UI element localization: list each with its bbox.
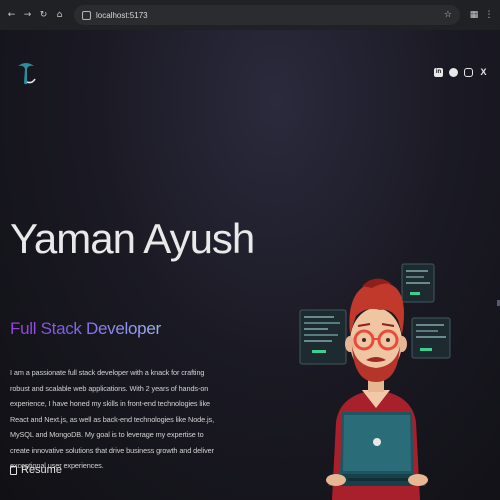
home-icon[interactable]: ⌂: [54, 10, 65, 21]
browser-toolbar: ← → ↻ ⌂ localhost:5173 ☆ ▦ ⋮: [0, 0, 500, 30]
reload-icon[interactable]: ↻: [38, 10, 49, 21]
instagram-icon[interactable]: [464, 68, 473, 77]
github-icon[interactable]: [449, 68, 458, 77]
star-icon[interactable]: ☆: [444, 10, 452, 20]
code-window-right: [411, 317, 451, 359]
arrow-right-icon[interactable]: →: [22, 10, 33, 21]
site-info-icon[interactable]: [82, 10, 91, 20]
code-window-top-right: [401, 263, 435, 303]
resume-label[interactable]: Resume: [21, 464, 62, 476]
address-bar[interactable]: localhost:5173 ☆: [74, 5, 460, 25]
resume-link[interactable]: Resume: [10, 464, 62, 476]
x-icon[interactable]: X: [479, 68, 488, 77]
document-icon: [10, 465, 17, 475]
arrow-left-icon[interactable]: ←: [6, 10, 17, 21]
hero-bio: I am a passionate full stack developer w…: [10, 368, 215, 470]
hero-name: Yaman Ayush: [10, 215, 255, 262]
laptop-icon: [328, 412, 426, 486]
url-text[interactable]: localhost:5173: [96, 11, 148, 20]
logo-icon[interactable]: [16, 60, 36, 86]
kebab-menu-icon[interactable]: ⋮: [484, 10, 494, 20]
puzzle-icon[interactable]: ▦: [469, 10, 479, 20]
linkedin-icon[interactable]: in: [434, 68, 443, 77]
portfolio-page: in X Yaman Ayush Full Stack Developer I …: [0, 30, 500, 500]
developer-illustration: [299, 263, 451, 500]
social-links: in X: [434, 68, 488, 77]
hero-role: Full Stack Developer: [10, 319, 161, 338]
code-window-left: [299, 309, 347, 365]
